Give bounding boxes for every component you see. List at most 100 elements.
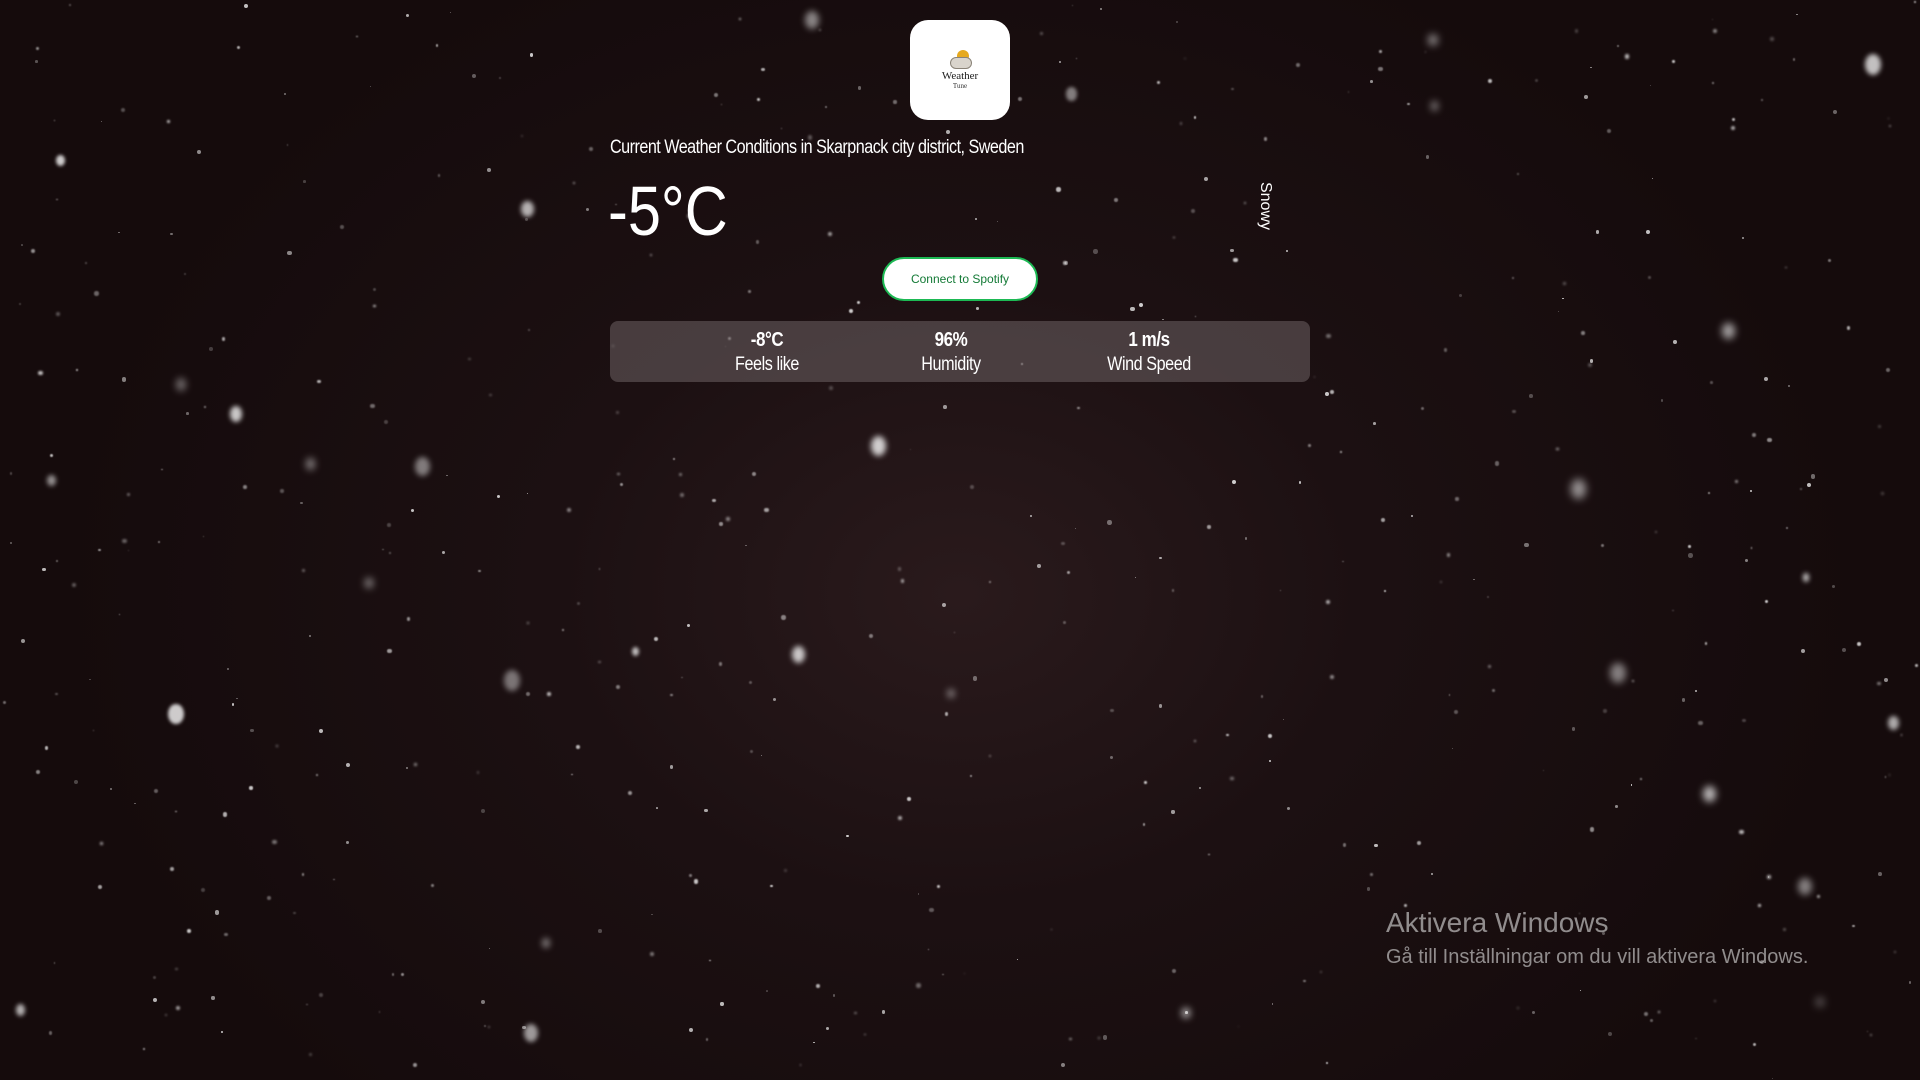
snowflake — [1231, 88, 1234, 91]
snowflake — [1694, 689, 1698, 693]
snowflake — [406, 767, 409, 770]
snowflake — [1185, 1010, 1188, 1014]
snowflake — [651, 913, 653, 916]
snowflake — [127, 550, 129, 552]
snowflake — [1655, 531, 1658, 534]
snowflake — [1077, 406, 1080, 410]
snowflake — [598, 661, 601, 664]
snowflake — [19, 303, 22, 306]
snowflake — [1325, 392, 1329, 396]
snowflake — [791, 646, 805, 664]
snowflake — [1179, 122, 1183, 125]
snowflake — [1190, 208, 1196, 214]
snowflake — [166, 119, 171, 123]
snowflake — [222, 812, 227, 817]
snowflake — [157, 540, 160, 543]
snowflake — [799, 1064, 802, 1066]
snowflake — [688, 874, 692, 878]
snowflake — [521, 200, 535, 218]
snowflake — [864, 1033, 866, 1035]
snowflake — [694, 879, 699, 884]
snowflake — [100, 121, 102, 123]
snowflake — [1303, 979, 1307, 983]
snowflake — [1543, 769, 1545, 771]
humidity-value: 96% — [934, 328, 968, 351]
snowflake — [54, 120, 56, 122]
snowflake — [907, 797, 912, 801]
snowflake — [1383, 590, 1386, 592]
snowflake — [650, 951, 655, 956]
snowflake — [1295, 63, 1301, 68]
snowflake — [1207, 525, 1211, 529]
snowflake — [749, 680, 753, 684]
snowflake — [204, 406, 206, 408]
snowflake — [588, 146, 593, 151]
snowflake — [1752, 1043, 1757, 1047]
snowflake — [1908, 980, 1912, 984]
snowflake — [1407, 102, 1411, 106]
snowflake — [38, 370, 43, 376]
snowflake — [1866, 1031, 1868, 1033]
snowflake — [947, 688, 955, 699]
snowflake — [1330, 389, 1335, 394]
snowflake — [1901, 734, 1903, 736]
snowflake — [211, 996, 215, 1000]
snowflake — [1531, 1010, 1535, 1015]
snowflake — [412, 1063, 417, 1068]
snowflake — [175, 378, 186, 392]
snowflake — [437, 174, 440, 177]
snowflake — [503, 669, 520, 691]
snowflake — [42, 567, 46, 572]
snowflake — [301, 569, 305, 573]
snowflake — [748, 290, 751, 294]
snowflake — [85, 262, 87, 264]
snowflake — [1672, 610, 1674, 612]
feels-like-value: -8°C — [750, 328, 784, 351]
snowflake — [1326, 333, 1331, 338]
snowflake — [1056, 187, 1061, 192]
connect-spotify-button[interactable]: Connect to Spotify — [882, 257, 1038, 301]
snowflake — [1806, 483, 1811, 488]
snowflake — [1643, 1011, 1648, 1016]
snowflake — [617, 472, 620, 476]
snowflake — [1710, 381, 1713, 385]
wind-speed-label: Wind Speed — [1107, 353, 1191, 375]
snowflake — [1230, 248, 1235, 253]
snowflake — [1171, 810, 1175, 814]
app-logo[interactable]: Weather Tune — [910, 20, 1010, 120]
snowflake — [414, 763, 418, 766]
snowflake — [673, 458, 675, 460]
snowflake — [1473, 579, 1475, 581]
snowflake — [827, 232, 832, 237]
snowflake — [1066, 571, 1070, 575]
snowflake — [487, 167, 491, 172]
snowflake — [175, 968, 178, 971]
snowflake — [478, 569, 481, 573]
snowflake — [1785, 527, 1788, 530]
snowflake — [1494, 461, 1500, 466]
snowflake — [384, 420, 389, 425]
snowflake — [121, 377, 127, 382]
snowflake — [44, 746, 49, 750]
snowflake — [1587, 362, 1592, 367]
snowflake — [1097, 1037, 1100, 1039]
snowflake — [442, 550, 446, 554]
snowflake — [1571, 479, 1587, 499]
snowflake — [566, 507, 571, 512]
snowflake — [1584, 94, 1588, 99]
snowflake — [1610, 662, 1626, 683]
snowflake — [942, 973, 944, 976]
snowflake — [529, 53, 534, 57]
snowflake — [1650, 1019, 1653, 1022]
snowflake — [1299, 481, 1302, 484]
snowflake — [382, 548, 384, 550]
snowflake — [1069, 1037, 1073, 1041]
snowflake — [755, 240, 760, 244]
snowflake — [656, 807, 659, 810]
snowflake — [1739, 830, 1744, 835]
snowflake — [118, 613, 120, 615]
snowflake — [1884, 677, 1889, 683]
snowflake — [1263, 137, 1268, 141]
snowflake — [120, 108, 125, 113]
snowflake — [303, 179, 306, 183]
